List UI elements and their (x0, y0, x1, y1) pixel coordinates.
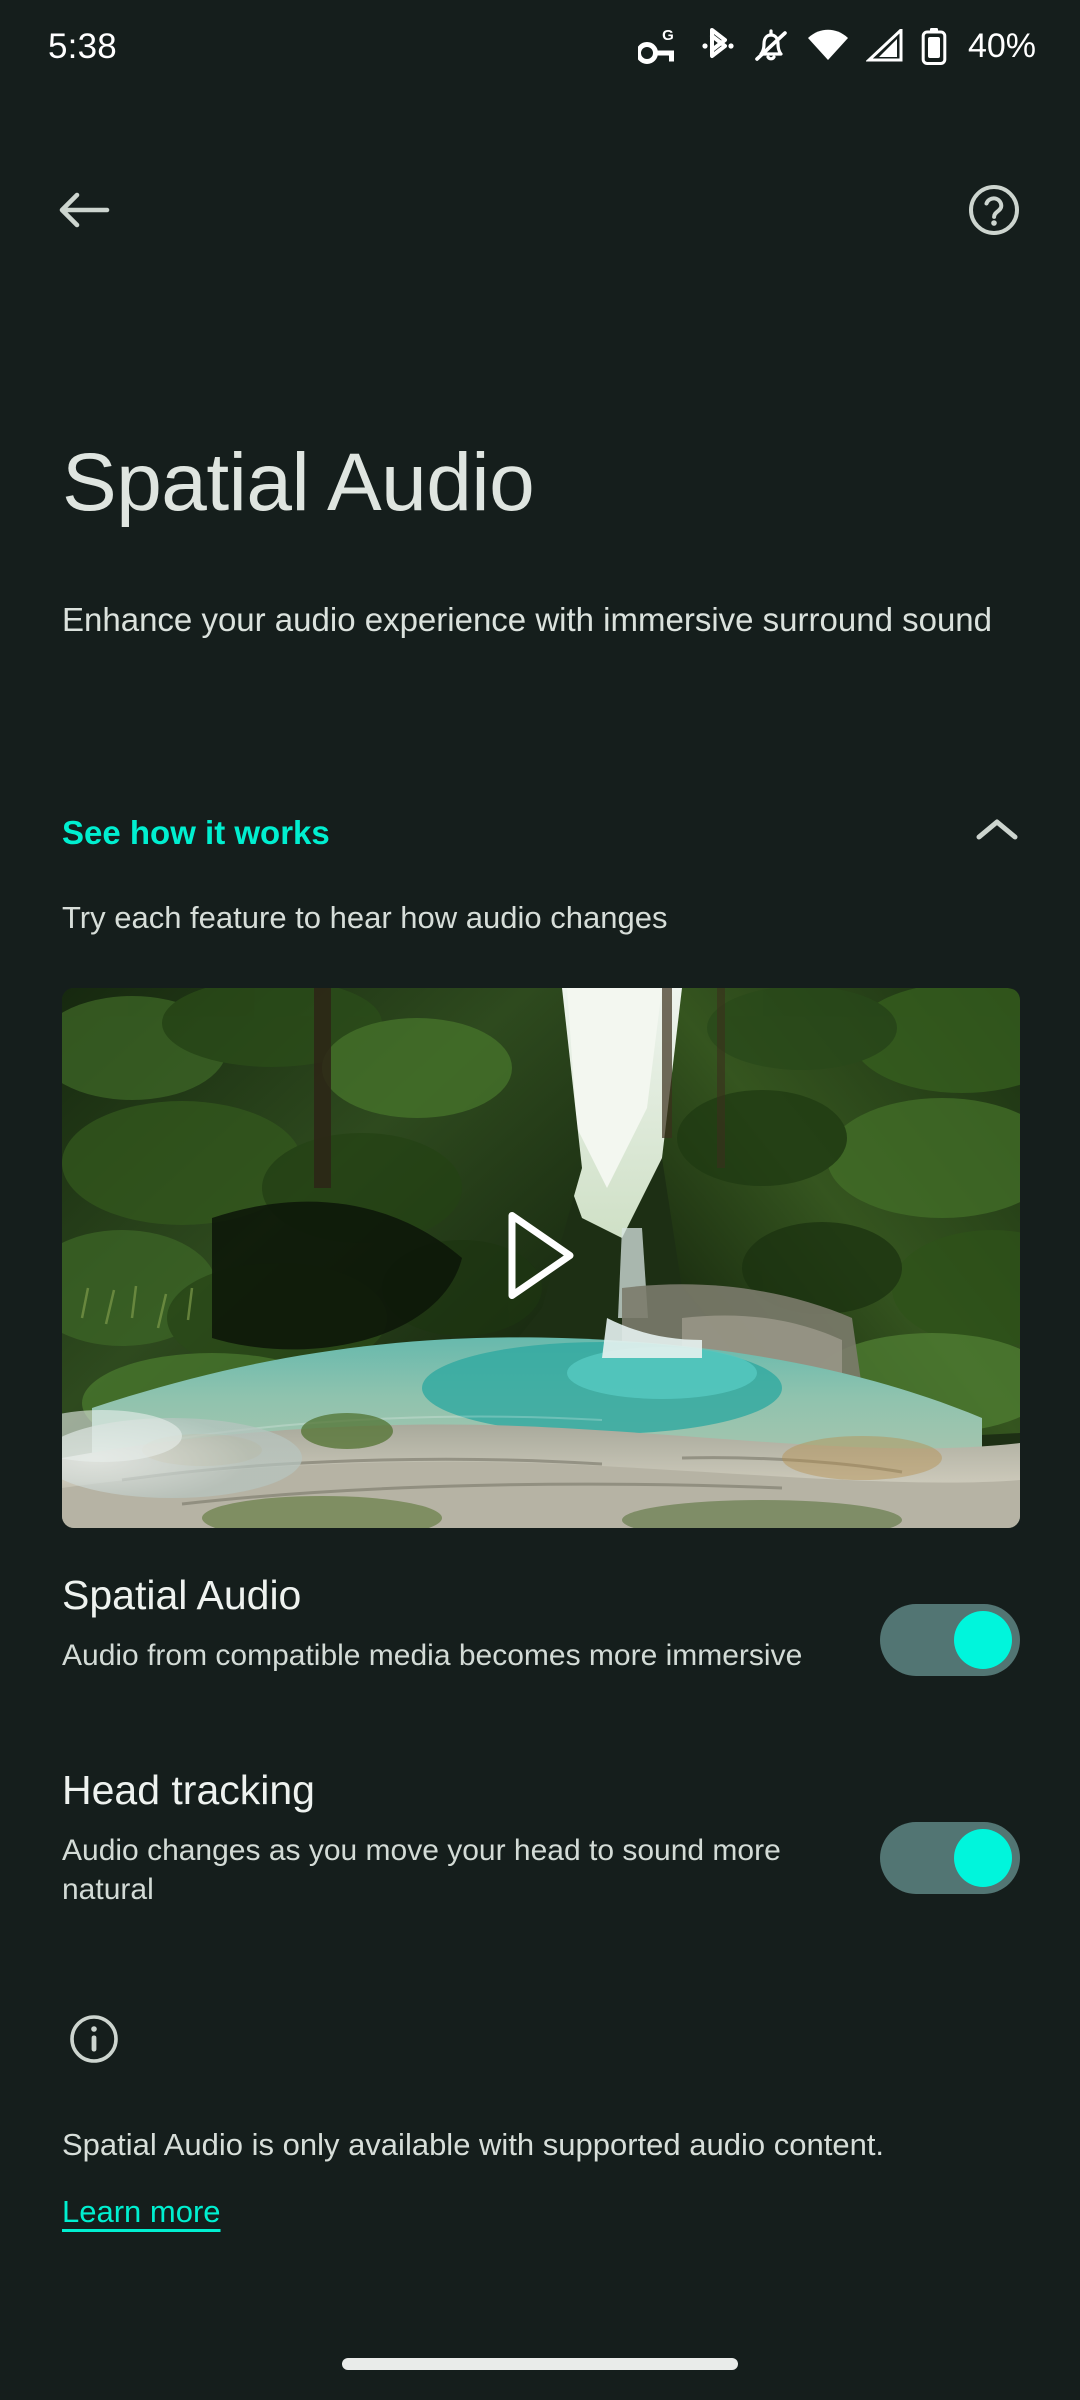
setting-title: Spatial Audio (62, 1572, 822, 1620)
bluetooth-icon (701, 26, 735, 66)
demo-video-thumbnail[interactable] (62, 988, 1020, 1528)
top-app-bar (0, 152, 1080, 272)
help-button[interactable] (948, 166, 1040, 258)
vpn-key-g-icon: G (638, 27, 684, 65)
help-circle-icon (967, 183, 1021, 242)
setting-row-texts: Head tracking Audio changes as you move … (62, 1767, 822, 1910)
cellular-signal-icon (866, 29, 904, 63)
toggle-knob (954, 1611, 1012, 1669)
toggle-knob (954, 1829, 1012, 1887)
back-button[interactable] (38, 166, 130, 258)
expander-label: See how it works (62, 813, 330, 853)
learn-more-link[interactable]: Learn more (62, 2194, 221, 2230)
setting-row-spatial-audio[interactable]: Spatial Audio Audio from compatible medi… (62, 1572, 1020, 1676)
gesture-nav-pill[interactable] (342, 2358, 738, 2370)
setting-row-head-tracking[interactable]: Head tracking Audio changes as you move … (62, 1767, 1020, 1910)
setting-row-texts: Spatial Audio Audio from compatible medi… (62, 1572, 822, 1675)
info-circle-icon (68, 2013, 120, 2070)
status-bar-clock: 5:38 (48, 29, 117, 64)
page-subtitle: Enhance your audio experience with immer… (62, 599, 1022, 640)
status-bar: 5:38 G (0, 0, 1080, 92)
arrow-back-icon (57, 185, 111, 240)
wifi-icon (807, 29, 849, 63)
chevron-up-icon[interactable] (974, 815, 1020, 850)
expander-hint-text: Try each feature to hear how audio chang… (62, 900, 667, 936)
notifications-muted-icon (752, 26, 790, 66)
spatial-audio-toggle[interactable] (880, 1604, 1020, 1676)
footer-note-text: Spatial Audio is only available with sup… (62, 2125, 1002, 2165)
spatial-audio-settings-screen: 5:38 G (0, 0, 1080, 2400)
page-title: Spatial Audio (62, 440, 1022, 526)
setting-description: Audio from compatible media becomes more… (62, 1636, 822, 1676)
battery-icon (921, 27, 947, 65)
battery-percent-label: 40% (968, 29, 1036, 63)
head-tracking-toggle[interactable] (880, 1822, 1020, 1894)
svg-text:G: G (662, 27, 674, 44)
see-how-it-works-expander[interactable]: See how it works (62, 813, 1020, 853)
setting-title: Head tracking (62, 1767, 822, 1815)
setting-description: Audio changes as you move your head to s… (62, 1831, 822, 1911)
status-bar-icons: G (638, 26, 1036, 66)
hero-section: Spatial Audio Enhance your audio experie… (62, 440, 1022, 640)
play-triangle-icon[interactable] (502, 1210, 580, 1307)
